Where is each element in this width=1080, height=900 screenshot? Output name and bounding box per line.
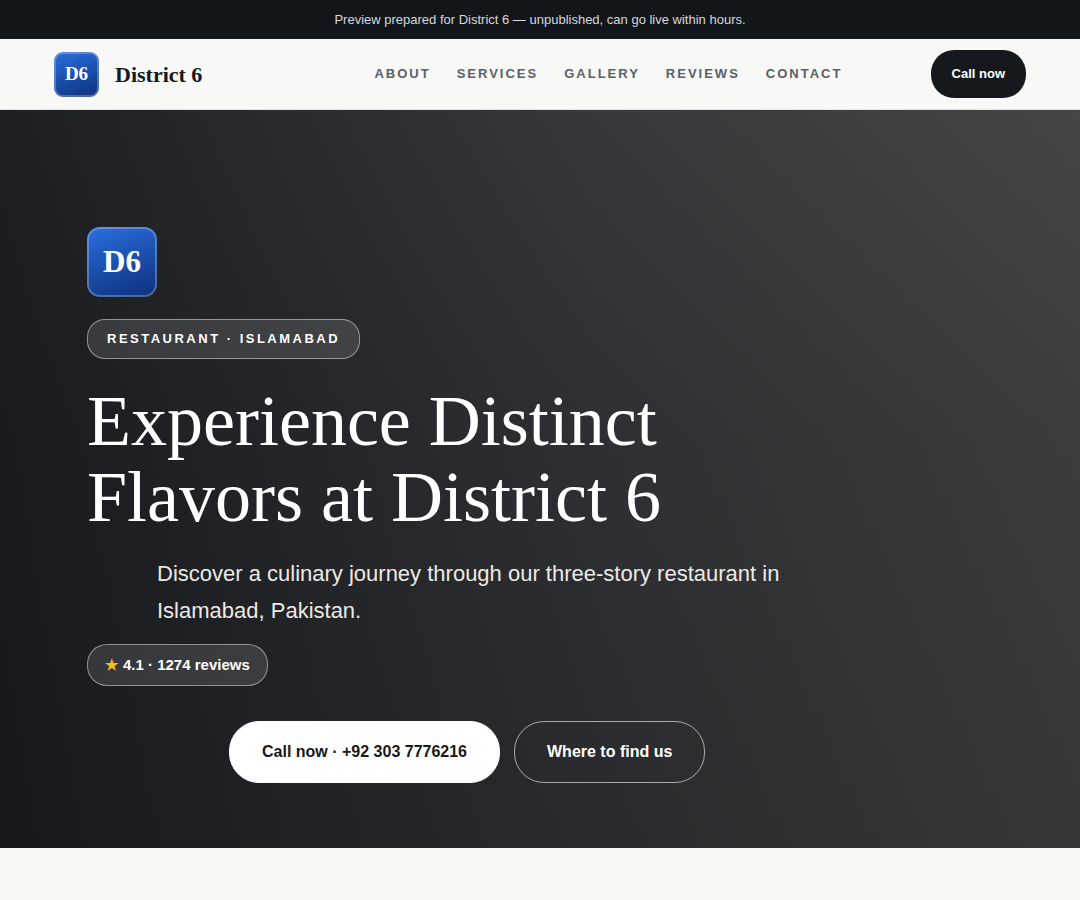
brand-link[interactable]: D6 District 6	[54, 52, 202, 97]
hero-buttons: Call now · +92 303 7776216Where to find …	[229, 721, 1080, 783]
nav-link[interactable]: REVIEWS	[666, 64, 740, 84]
brand-name: District 6	[115, 58, 202, 91]
call-now-button[interactable]: Call now	[931, 50, 1026, 98]
nav-link[interactable]: GALLERY	[564, 64, 640, 84]
star-icon: ★	[105, 654, 118, 677]
call-button[interactable]: Call now · +92 303 7776216	[229, 721, 500, 783]
hero-title: Experience Distinct Flavors at District …	[87, 383, 687, 535]
site-navbar: D6 District 6 ABOUT SERVICES GALLERY REVIEWS C…	[0, 39, 1080, 110]
nav-link[interactable]: CONTACT	[766, 64, 843, 84]
hero-logo: D6	[87, 227, 157, 297]
directions-button[interactable]: Where to find us	[514, 721, 705, 783]
hero-content: D6 RESTAURANT · ISLAMABAD Experience Disti…	[0, 110, 1080, 823]
hero-photo: D6 RESTAURANT · ISLAMABAD Experience Disti…	[0, 110, 1080, 848]
preview-banner: Preview prepared for District 6 — unpubl…	[0, 0, 1080, 39]
page-section	[0, 848, 1080, 900]
banner-text: Preview prepared for District 6 — unpubl…	[334, 10, 745, 30]
category-badge: RESTAURANT · ISLAMABAD	[87, 319, 360, 359]
rating-text: 4.1 · 1274 reviews	[123, 654, 250, 677]
nav-link[interactable]: ABOUT	[374, 64, 430, 84]
rating-badge: ★4.1 · 1274 reviews	[87, 644, 268, 687]
hero-subtitle: Discover a culinary journey through our …	[157, 555, 787, 629]
nav-links: ABOUT SERVICES GALLERY REVIEWS CONTACT	[374, 64, 842, 84]
brand-logo: D6	[54, 52, 99, 97]
nav-link[interactable]: SERVICES	[457, 64, 539, 84]
